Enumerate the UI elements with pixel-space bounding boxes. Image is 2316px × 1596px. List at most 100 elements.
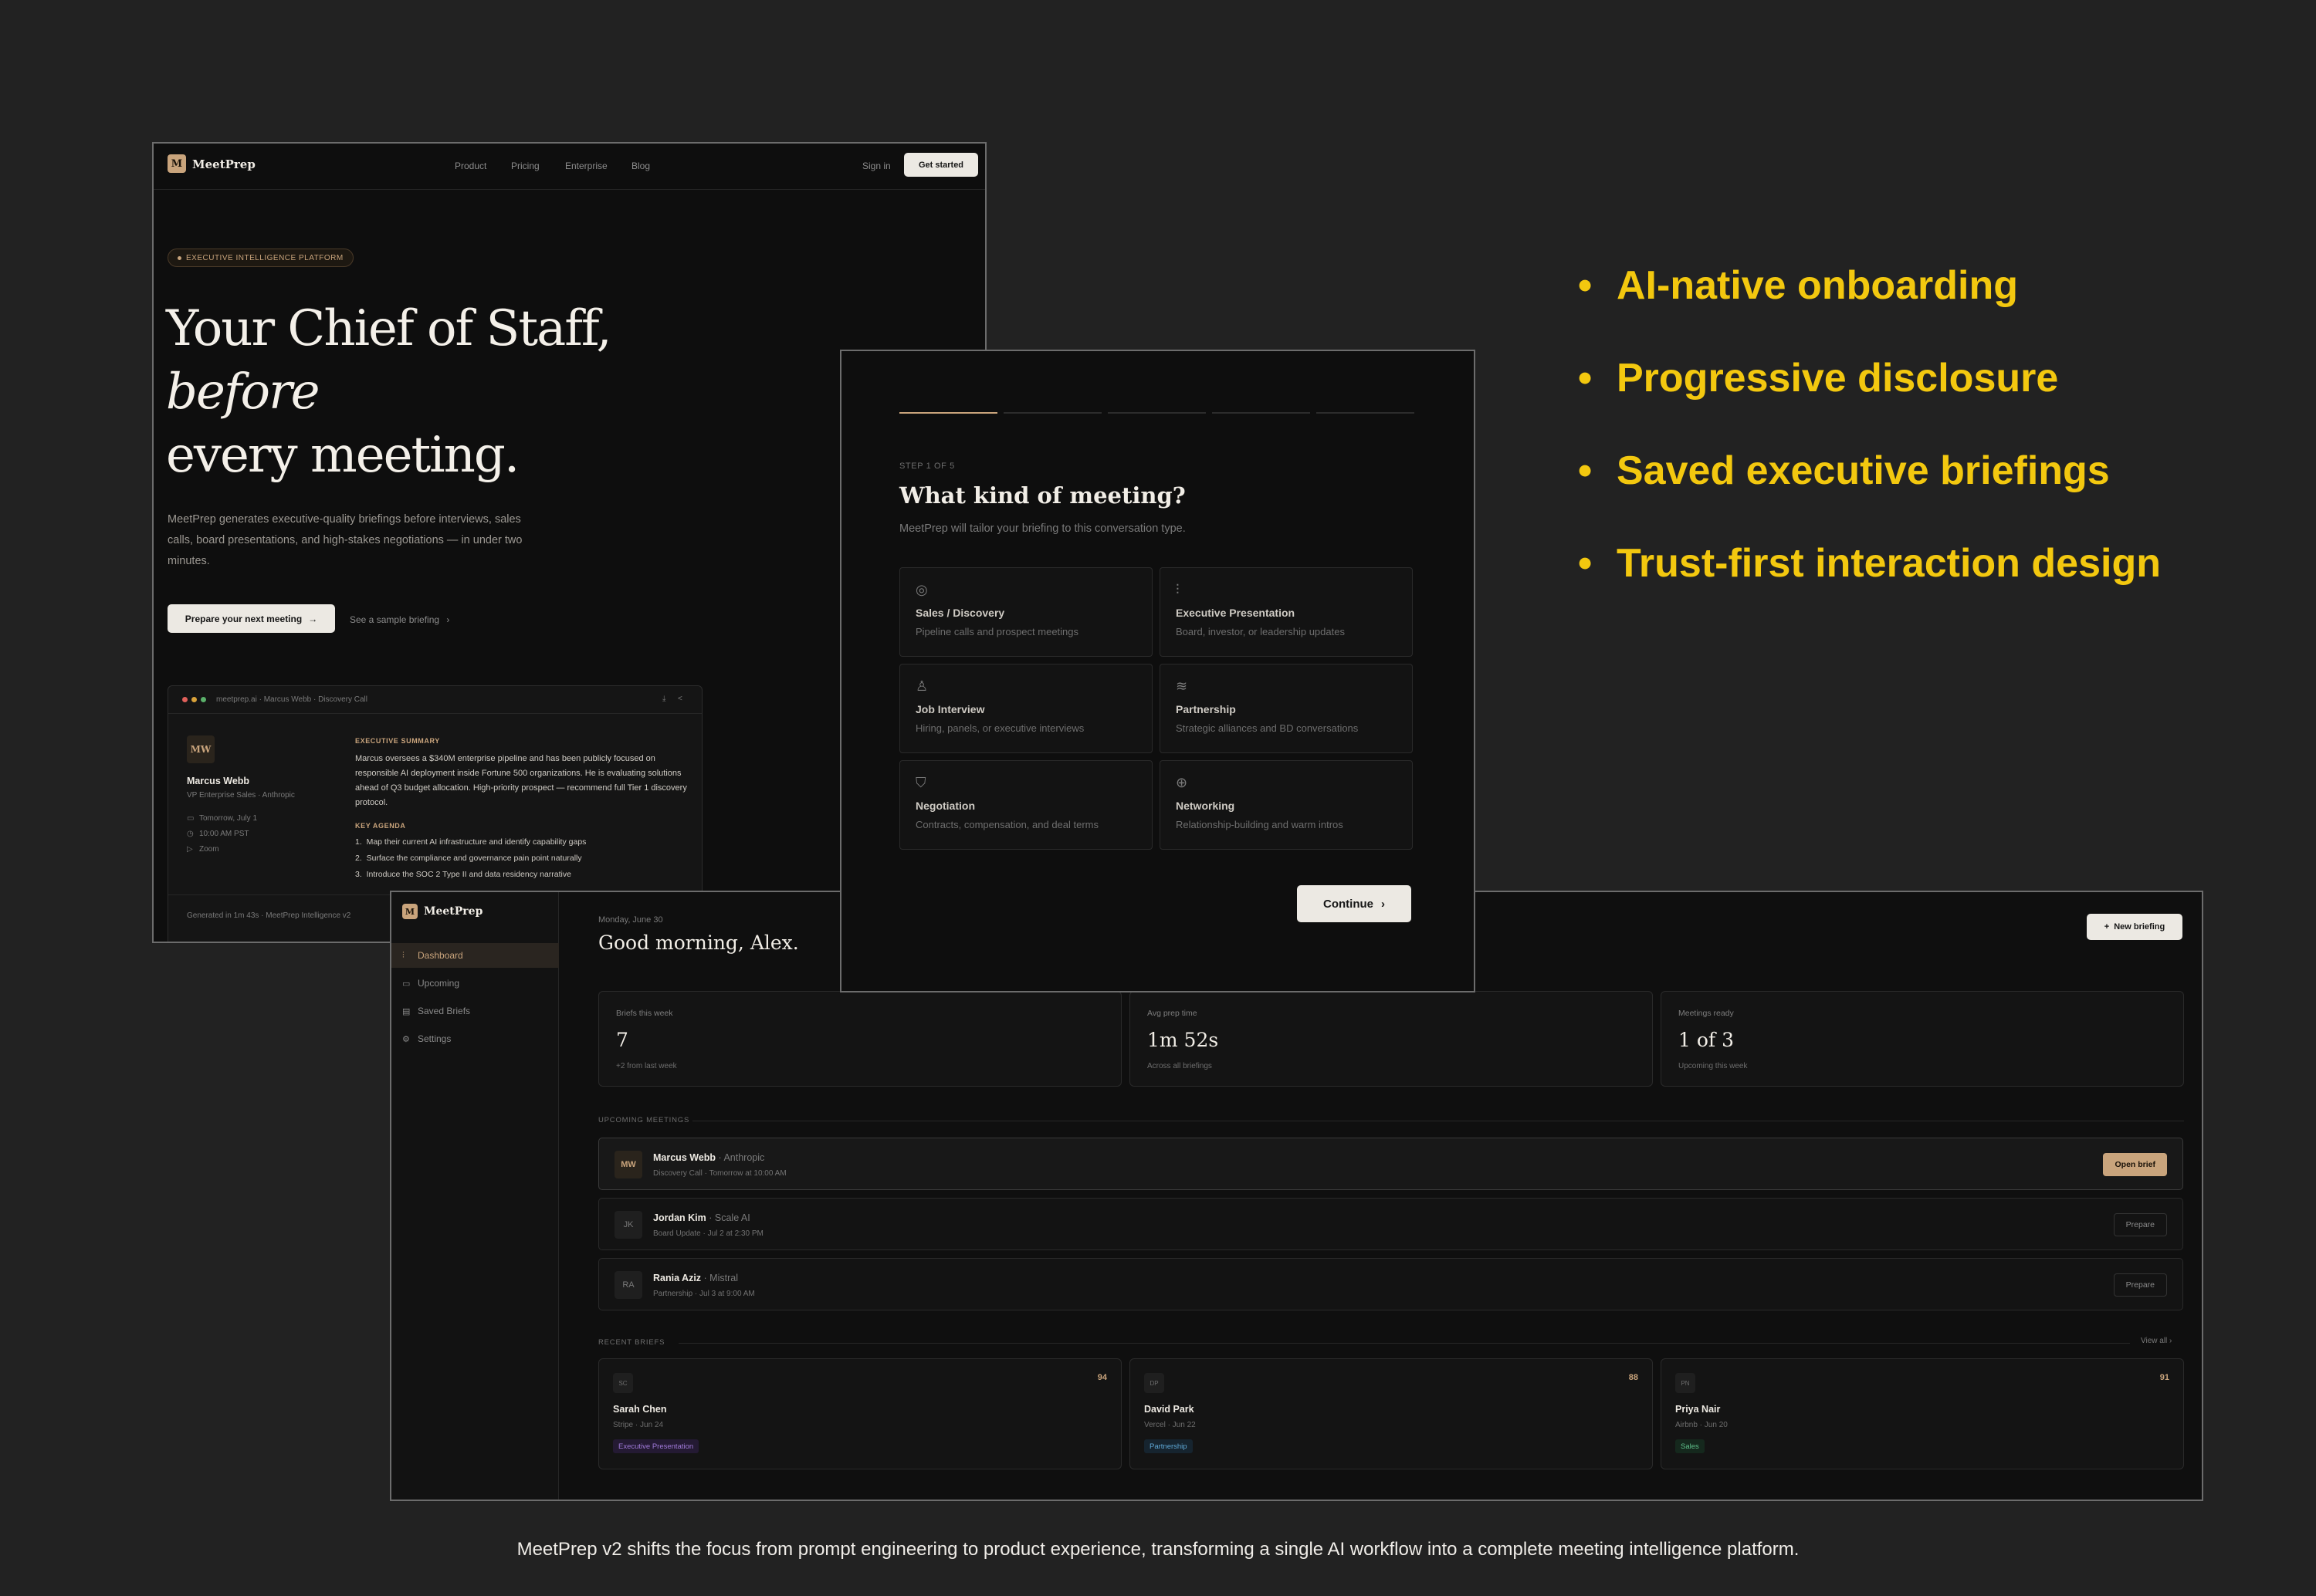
meeting-name-line: Jordan Kim · Scale AI: [653, 1212, 750, 1223]
brief-detail: Airbnb · Jun 20: [1675, 1421, 1728, 1429]
bullet-text: Progressive disclosure: [1617, 356, 2059, 401]
sample-briefing-label: See a sample briefing: [350, 614, 440, 625]
agenda-item: 1. Map their current AI infrastructure a…: [355, 837, 586, 847]
meeting-type-option[interactable]: ⫶ Executive Presentation Board, investor…: [1160, 567, 1413, 657]
continue-button[interactable]: Continue ›: [1297, 885, 1411, 922]
maximize-dot-icon: [201, 697, 206, 702]
avatar: SC: [613, 1373, 633, 1393]
sidebar-item-saved-briefs[interactable]: ▤ Saved Briefs: [391, 999, 559, 1023]
stat-sub: +2 from last week: [616, 1062, 677, 1070]
sidebar-item-upcoming[interactable]: ▭ Upcoming: [391, 971, 559, 996]
platform-pill: EXECUTIVE INTELLIGENCE PLATFORM: [168, 249, 354, 267]
stat-sub: Upcoming this week: [1678, 1062, 1748, 1070]
brief-detail: Stripe · Jun 24: [613, 1421, 664, 1429]
meeting-detail: Board Update · Jul 2 at 2:30 PM: [653, 1229, 764, 1238]
bullet-dot-icon: •: [1578, 541, 1593, 586]
brief-name: Sarah Chen: [613, 1404, 667, 1415]
sample-briefing-link[interactable]: See a sample briefing ›: [350, 614, 449, 625]
agenda-number: 2.: [355, 854, 367, 863]
brief-name: Priya Nair: [1675, 1404, 1721, 1415]
brief-score: 94: [1097, 1373, 1107, 1382]
option-title: Executive Presentation: [1176, 607, 1295, 619]
brief-score: 88: [1628, 1373, 1638, 1382]
avatar: PN: [1675, 1373, 1695, 1393]
sidebar-item-dashboard[interactable]: ⫶ Dashboard: [391, 943, 559, 968]
new-briefing-button[interactable]: + New briefing: [2087, 914, 2182, 940]
sidebar: M MeetPrep ⫶ Dashboard ▭ Upcoming ▤ Save…: [391, 892, 559, 1500]
option-title: Job Interview: [916, 703, 985, 715]
bullet-text: Saved executive briefings: [1617, 448, 2110, 493]
nav-pricing[interactable]: Pricing: [511, 161, 540, 171]
sidebar-item-settings[interactable]: ⚙ Settings: [391, 1026, 559, 1051]
preview-url: meetprep.ai · Marcus Webb · Discovery Ca…: [216, 695, 367, 704]
meeting-channel: Zoom: [199, 845, 219, 854]
separator: ·: [701, 1273, 710, 1283]
meeting-detail: Partnership · Jul 3 at 9:00 AM: [653, 1290, 755, 1298]
bullet-dot-icon: •: [1578, 263, 1593, 308]
meeting-row[interactable]: RA Rania Aziz · Mistral Partnership · Ju…: [598, 1258, 2183, 1310]
agenda-item: 2. Surface the compliance and governance…: [355, 854, 582, 863]
option-desc: Relationship-building and warm intros: [1176, 819, 1343, 830]
meeting-type-option[interactable]: ⊕ Networking Relationship-building and w…: [1160, 760, 1413, 850]
stat-card: Meetings ready 1 of 3 Upcoming this week: [1661, 991, 2184, 1087]
brief-card[interactable]: DP 88 David Park Vercel · Jun 22 Partner…: [1129, 1358, 1653, 1469]
prepare-button[interactable]: Prepare: [2113, 1213, 2167, 1236]
video-icon: ▷: [187, 845, 193, 854]
brief-tag: Sales: [1675, 1439, 1705, 1453]
option-desc: Contracts, compensation, and deal terms: [916, 819, 1099, 830]
contact-role: VP Enterprise Sales · Anthropic: [187, 791, 295, 800]
modal-subtitle: MeetPrep will tailor your briefing to th…: [899, 522, 1186, 535]
sidebar-item-label: Settings: [418, 1033, 452, 1044]
brand-name[interactable]: MeetPrep: [192, 157, 256, 171]
brand-name[interactable]: MeetPrep: [424, 905, 482, 918]
agenda-label: KEY AGENDA: [355, 822, 406, 830]
meeting-type-option[interactable]: ♙ Job Interview Hiring, panels, or execu…: [899, 664, 1153, 753]
option-title: Negotiation: [916, 800, 975, 812]
get-started-button[interactable]: Get started: [904, 153, 978, 177]
progress-step: [1004, 412, 1102, 414]
hero-line-2: before: [166, 363, 320, 421]
chevron-right-icon: ›: [446, 614, 450, 625]
share-icon[interactable]: <: [678, 695, 682, 703]
meeting-name: Jordan Kim: [653, 1212, 706, 1223]
avatar: MW: [615, 1151, 642, 1178]
nav-blog[interactable]: Blog: [631, 161, 650, 171]
globe-icon: ⊕: [1176, 775, 1188, 790]
view-all-link[interactable]: View all ›: [2141, 1337, 2172, 1345]
stat-value: 1 of 3: [1678, 1029, 1735, 1051]
view-all-label: View all: [2141, 1337, 2168, 1345]
meeting-row[interactable]: JK Jordan Kim · Scale AI Board Update · …: [598, 1198, 2183, 1250]
prepare-meeting-button[interactable]: Prepare your next meeting →: [168, 604, 335, 633]
preview-titlebar: meetprep.ai · Marcus Webb · Discovery Ca…: [168, 686, 702, 714]
hero-line-1: Your Chief of Staff,: [166, 300, 612, 357]
contact-name: Marcus Webb: [187, 776, 250, 786]
meeting-row[interactable]: MW Marcus Webb · Anthropic Discovery Cal…: [598, 1138, 2183, 1190]
logo-icon: M: [168, 154, 186, 173]
option-desc: Hiring, panels, or executive interviews: [916, 722, 1085, 734]
meeting-type-option[interactable]: ◎ Sales / Discovery Pipeline calls and p…: [899, 567, 1153, 657]
brief-tag: Partnership: [1144, 1439, 1193, 1453]
meeting-name-line: Rania Aziz · Mistral: [653, 1273, 738, 1283]
separator: ·: [716, 1152, 724, 1163]
logo-icon: M: [402, 904, 418, 919]
open-brief-button[interactable]: Open brief: [2103, 1153, 2167, 1176]
brief-card[interactable]: PN 91 Priya Nair Airbnb · Jun 20 Sales: [1661, 1358, 2184, 1469]
avatar: DP: [1144, 1373, 1164, 1393]
stat-label: Briefs this week: [616, 1009, 673, 1018]
sign-in-link[interactable]: Sign in: [862, 161, 891, 171]
meeting-type-option[interactable]: ≋ Partnership Strategic alliances and BD…: [1160, 664, 1413, 753]
meeting-type-option[interactable]: ⛉ Negotiation Contracts, compensation, a…: [899, 760, 1153, 850]
section-divider: [679, 1343, 2130, 1344]
stat-card: Avg prep time 1m 52s Across all briefing…: [1129, 991, 1653, 1087]
prepare-button[interactable]: Prepare: [2113, 1273, 2167, 1297]
executive-summary: Marcus oversees a $340M enterprise pipel…: [355, 754, 687, 807]
download-icon[interactable]: ⤓: [662, 695, 665, 703]
page-title: Good morning, Alex.: [598, 932, 799, 954]
nav-enterprise[interactable]: Enterprise: [565, 161, 608, 171]
brief-card[interactable]: SC 94 Sarah Chen Stripe · Jun 24 Executi…: [598, 1358, 1122, 1469]
summary-label: EXECUTIVE SUMMARY: [355, 737, 440, 745]
nav-product[interactable]: Product: [455, 161, 486, 171]
stat-value: 1m 52s: [1147, 1029, 1219, 1051]
brief-detail: Vercel · Jun 22: [1144, 1421, 1196, 1429]
sidebar-item-label: Upcoming: [418, 978, 460, 989]
